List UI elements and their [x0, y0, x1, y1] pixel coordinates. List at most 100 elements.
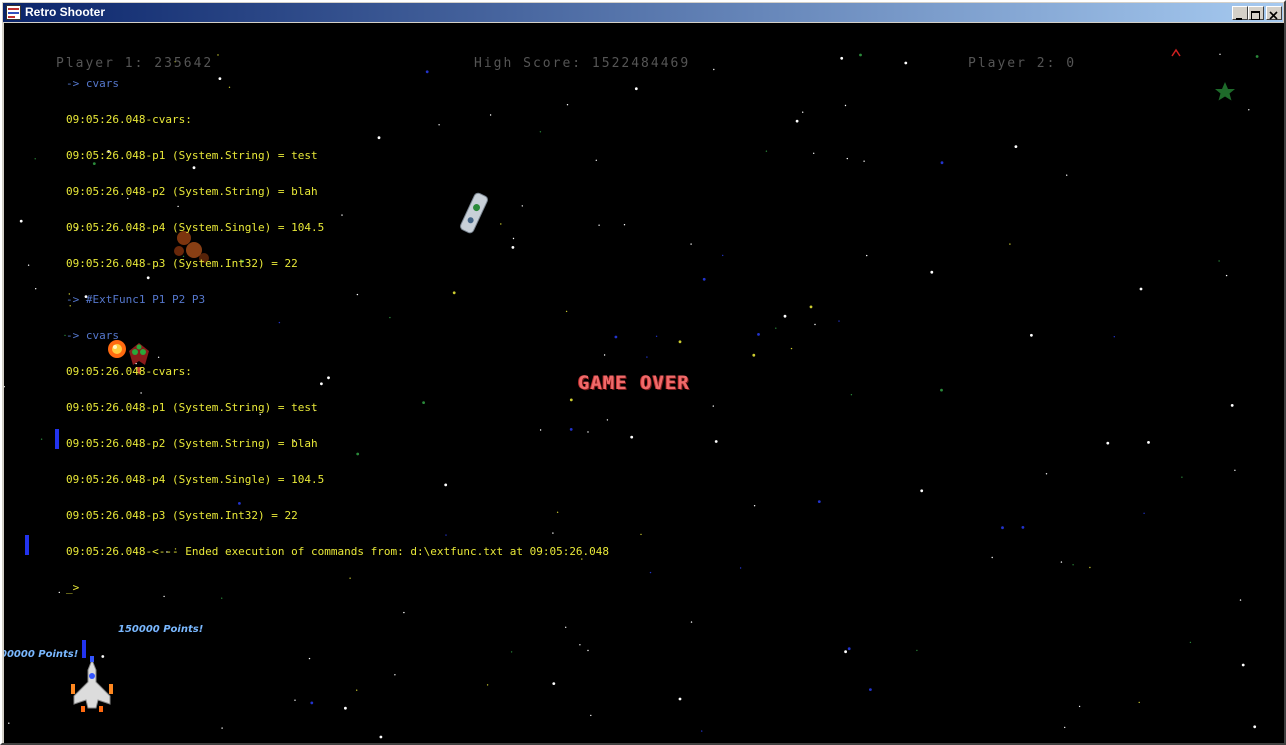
- game-window: Retro Shooter Player 1: 235642 High Scor…: [0, 0, 1286, 745]
- star: [678, 340, 682, 344]
- star: [1219, 53, 1221, 55]
- star: [646, 356, 648, 358]
- player2-score: Player 2: 0: [968, 56, 1077, 71]
- star: [916, 649, 918, 652]
- star: [701, 730, 703, 732]
- star: [844, 650, 847, 654]
- star: [587, 649, 589, 652]
- star: [1225, 274, 1228, 277]
- star: [1014, 145, 1018, 148]
- star: [713, 68, 715, 71]
- points-popup: 150000 Points!: [118, 624, 204, 635]
- star: [1009, 243, 1011, 245]
- console-prompt[interactable]: _>: [66, 582, 609, 594]
- star: [809, 305, 813, 309]
- star: [863, 160, 865, 162]
- star: [510, 651, 513, 653]
- star: [702, 277, 706, 281]
- star: [678, 697, 682, 701]
- star: [634, 87, 638, 91]
- star: [1241, 663, 1245, 667]
- console-line: 09:05:26.048-cvars:: [66, 113, 192, 126]
- minimize-button[interactable]: [1232, 6, 1248, 20]
- star: [1239, 599, 1242, 601]
- star: [294, 699, 296, 701]
- star: [1230, 404, 1234, 407]
- player-ship: [71, 656, 113, 712]
- star: [846, 157, 848, 160]
- star: [930, 270, 934, 274]
- star: [813, 152, 815, 154]
- debug-console[interactable]: -> cvars 09:05:26.048-cvars: 09:05:26.04…: [66, 54, 609, 618]
- star: [802, 111, 804, 113]
- star: [19, 219, 23, 223]
- star: [8, 722, 10, 724]
- console-line: 09:05:26.048-p2 (System.String) = blah: [66, 437, 318, 450]
- enemy-marker: [1171, 48, 1181, 57]
- maximize-button[interactable]: [1248, 6, 1264, 20]
- star: [308, 657, 311, 660]
- star: [1253, 725, 1257, 729]
- star: [1218, 260, 1220, 262]
- star: [690, 243, 692, 245]
- star: [1030, 333, 1033, 337]
- star: [344, 706, 347, 710]
- star: [565, 626, 567, 628]
- star: [765, 150, 768, 152]
- console-line: 09:05:26.048-p3 (System.Int32) = 22: [66, 257, 298, 270]
- star: [356, 689, 358, 691]
- star: [753, 505, 756, 507]
- star: [1045, 473, 1048, 475]
- star: [795, 119, 799, 123]
- star: [739, 567, 742, 569]
- star: [690, 621, 693, 623]
- star: [394, 674, 396, 676]
- laser-shot: [55, 429, 59, 449]
- star: [869, 688, 872, 691]
- star: [1060, 561, 1063, 563]
- title-bar[interactable]: Retro Shooter: [3, 3, 1283, 22]
- console-line: 09:05:26.048-p1 (System.String) = test: [66, 149, 318, 162]
- star: [1139, 287, 1143, 291]
- star: [40, 438, 43, 440]
- console-line: -> cvars: [66, 77, 119, 90]
- star-pickup: [1215, 82, 1235, 101]
- star: [783, 314, 787, 318]
- star: [722, 254, 724, 257]
- close-button[interactable]: [1266, 6, 1282, 20]
- console-line: 09:05:26.048-cvars:: [66, 365, 192, 378]
- star: [1113, 336, 1116, 338]
- star: [1078, 705, 1081, 708]
- star: [1147, 441, 1150, 444]
- star: [486, 684, 489, 686]
- star: [838, 320, 840, 322]
- star: [101, 655, 105, 658]
- star: [790, 347, 793, 350]
- console-line: 09:05:26.048-p4 (System.Single) = 104.5: [66, 473, 325, 486]
- star: [1072, 564, 1074, 566]
- star: [4, 386, 5, 388]
- star: [1143, 512, 1145, 514]
- star: [649, 571, 652, 574]
- star: [904, 61, 908, 65]
- star: [859, 53, 862, 57]
- star: [630, 435, 634, 439]
- star: [991, 556, 993, 559]
- star: [1138, 701, 1140, 704]
- star: [847, 647, 851, 651]
- star: [940, 161, 944, 165]
- star: [757, 333, 760, 336]
- star: [1181, 476, 1183, 478]
- laser-shot: [25, 535, 29, 555]
- console-line: 09:05:26.048-<--- Ended execution of com…: [66, 545, 610, 558]
- star: [579, 644, 581, 646]
- game-viewport[interactable]: Player 1: 235642 High Score: 1522484469 …: [4, 23, 1284, 743]
- console-line: -> cvars: [66, 329, 119, 342]
- game-over-text: GAME OVER: [578, 372, 690, 394]
- star: [1255, 55, 1259, 58]
- star: [1248, 109, 1250, 111]
- app-icon: [6, 5, 21, 20]
- star: [775, 327, 777, 329]
- star: [814, 323, 816, 326]
- star: [58, 591, 60, 594]
